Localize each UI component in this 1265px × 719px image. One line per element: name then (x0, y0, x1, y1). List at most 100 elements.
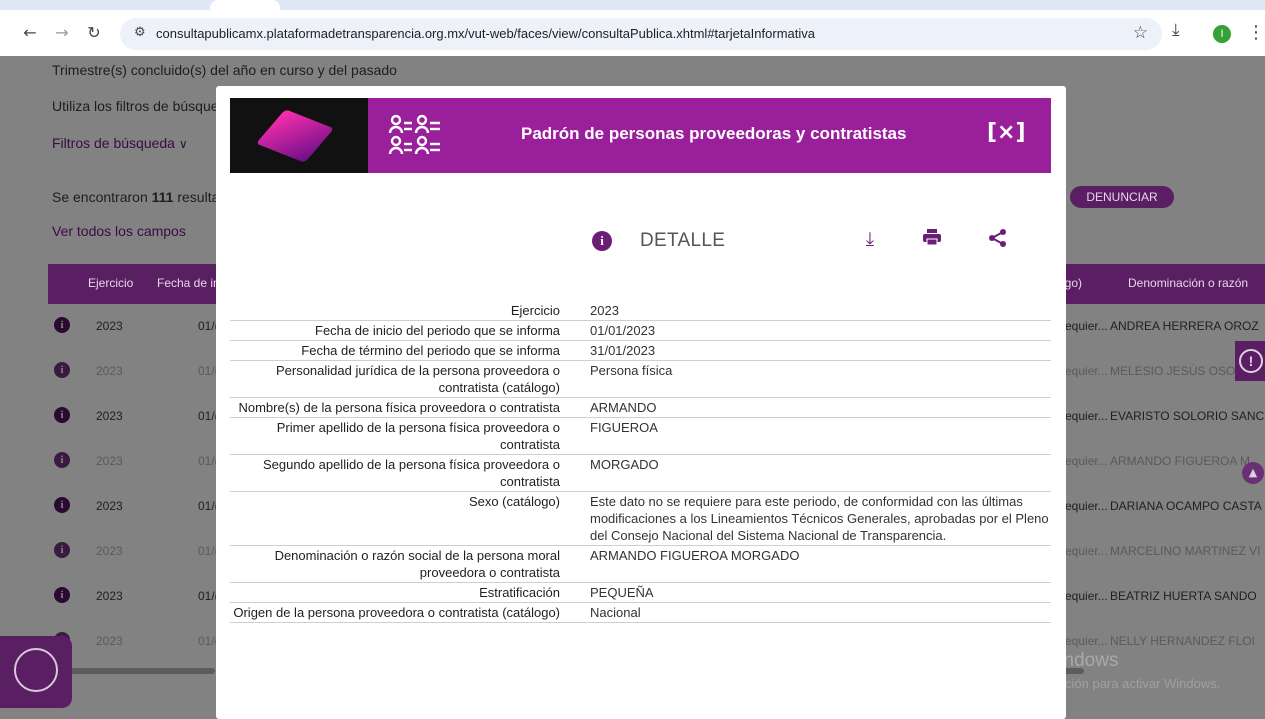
detail-field-row: Ejercicio 2023 (230, 301, 1051, 321)
platform-logo (230, 98, 368, 173)
row-name: EVARISTO SOLORIO SANC (1110, 409, 1265, 423)
field-value: 31/01/2023 (590, 343, 656, 358)
field-value: Este dato no se requiere para este perio… (590, 494, 1049, 543)
row-year: 2023 (96, 499, 123, 513)
logo-shape (255, 109, 335, 163)
detail-field-row: Origen de la persona proveedora o contra… (230, 603, 1051, 623)
address-bar[interactable]: ⚙ consultapublicamx.plataformadetranspar… (120, 18, 1162, 50)
back-arrow-icon[interactable]: ← (20, 22, 40, 44)
accessibility-icon (14, 648, 58, 692)
denunciar-button[interactable]: DENUNCIAR (1070, 186, 1174, 208)
row-req: equier... (1065, 454, 1108, 468)
row-year: 2023 (96, 589, 123, 603)
tab-strip (0, 0, 1265, 10)
close-button[interactable]: [×] (987, 116, 1026, 150)
print-icon[interactable] (920, 228, 944, 251)
row-req: equier... (1065, 544, 1108, 558)
detail-fields-table: Ejercicio 2023 Fecha de inicio del periodo… (230, 301, 1051, 623)
header-denominacion[interactable]: Denominación o razón (1128, 276, 1248, 290)
modal-banner: Padrón de personas proveedoras y contrat… (230, 98, 1051, 173)
row-req: equier... (1065, 364, 1108, 378)
field-value: MORGADO (590, 457, 659, 472)
detail-field-row: Sexo (catálogo) Este dato no se requiere … (230, 492, 1051, 546)
field-label: Nombre(s) de la persona física proveedor… (238, 400, 560, 415)
info-icon[interactable]: i (54, 497, 70, 513)
field-value: Nacional (590, 605, 641, 620)
filters-label: Filtros de búsqueda (52, 135, 175, 151)
field-label: Segundo apellido de la persona física pr… (262, 457, 560, 489)
detail-modal: Padrón de personas proveedoras y contrat… (216, 86, 1066, 719)
header-fecha[interactable]: Fecha de in (157, 276, 220, 290)
see-all-fields-link[interactable]: Ver todos los campos (52, 223, 186, 239)
url-text[interactable]: consultapublicamx.plataformadetransparen… (156, 26, 815, 41)
detail-field-row: Nombre(s) de la persona física proveedor… (230, 398, 1051, 418)
field-label: Ejercicio (510, 303, 560, 318)
field-value: FIGUEROA (590, 420, 658, 435)
download-icon[interactable]: ⤓ (1172, 20, 1180, 40)
detail-label: DETALLE (640, 230, 726, 251)
row-req: equier... (1065, 499, 1108, 513)
detail-field-row: Fecha de inicio del periodo que se infor… (230, 321, 1051, 341)
field-label: Estratificación (479, 585, 560, 600)
detail-field-row: Denominación o razón social de la person… (230, 546, 1051, 583)
row-year: 2023 (96, 364, 123, 378)
detail-toolbar: i DETALLE ⤓ (216, 226, 1066, 256)
row-year: 2023 (96, 544, 123, 558)
header-ejercicio[interactable]: Ejercicio (88, 276, 133, 290)
modal-title: Padrón de personas proveedoras y contrat… (521, 124, 907, 143)
reload-icon[interactable]: ↻ (84, 22, 104, 44)
field-label: Primer apellido de la persona física pro… (276, 420, 560, 452)
row-year: 2023 (96, 409, 123, 423)
row-req: equier... (1065, 409, 1108, 423)
row-req: equier... (1065, 634, 1108, 648)
field-value: PEQUEÑA (590, 585, 654, 600)
detail-field-row: Fecha de término del periodo que se info… (230, 341, 1051, 361)
field-value: ARMANDO (590, 400, 657, 415)
scroll-up-icon[interactable]: ▲ (1242, 462, 1264, 484)
filters-toggle[interactable]: Filtros de búsqueda ∨ (52, 135, 188, 151)
row-year: 2023 (96, 634, 123, 648)
field-value: ARMANDO FIGUEROA MORGADO (590, 548, 800, 563)
field-value: Persona física (590, 363, 673, 378)
bookmark-star-icon[interactable]: ☆ (1133, 23, 1148, 43)
results-count-text: Se encontraron 111 resulta (52, 189, 220, 205)
row-name: MARCELINO MARTINEZ VI (1110, 544, 1261, 558)
field-value: 01/01/2023 (590, 323, 656, 338)
alert-icon: ! (1239, 349, 1263, 373)
row-year: 2023 (96, 454, 123, 468)
info-icon: i (592, 231, 612, 251)
field-label: Personalidad jurídica de la persona prov… (275, 363, 560, 395)
filters-hint: Utiliza los filtros de búsque (52, 98, 219, 114)
side-alert-tab[interactable]: ! (1235, 341, 1265, 381)
people-list-icon (388, 112, 452, 160)
row-name: ARMANDO FIGUEROA M (1110, 454, 1251, 468)
field-value: 2023 (590, 303, 619, 318)
info-icon[interactable]: i (54, 407, 70, 423)
browser-chrome: ← → ↻ ⚙ consultapublicamx.plataformadetr… (0, 0, 1265, 56)
row-name: NELLY HERNANDEZ FLOI (1110, 634, 1255, 648)
detail-field-row: Personalidad jurídica de la persona prov… (230, 361, 1051, 398)
site-settings-icon[interactable]: ⚙ (134, 25, 146, 40)
share-icon[interactable] (986, 228, 1010, 253)
horizontal-scrollbar[interactable] (70, 668, 215, 674)
menu-kebab-icon[interactable]: ⋮ (1247, 22, 1265, 43)
download-icon[interactable]: ⤓ (858, 228, 882, 250)
info-icon[interactable]: i (54, 317, 70, 333)
info-icon[interactable]: i (54, 587, 70, 603)
row-year: 2023 (96, 319, 123, 333)
info-icon[interactable]: i (54, 362, 70, 378)
detail-field-row: Segundo apellido de la persona física pr… (230, 455, 1051, 492)
field-label: Fecha de término del periodo que se info… (301, 343, 560, 358)
row-name: ANDREA HERRERA OROZ (1110, 319, 1259, 333)
field-label: Fecha de inicio del periodo que se infor… (315, 323, 560, 338)
profile-avatar[interactable]: I (1213, 25, 1231, 43)
forward-arrow-icon[interactable]: → (52, 22, 72, 44)
row-name: DARIANA OCAMPO CASTA (1110, 499, 1262, 513)
row-name: BEATRIZ HUERTA SANDO (1110, 589, 1257, 603)
info-icon[interactable]: i (54, 452, 70, 468)
period-text: Trimestre(s) concluido(s) del año en cur… (52, 62, 397, 78)
accessibility-button[interactable] (0, 636, 72, 708)
active-tab[interactable] (210, 0, 280, 10)
field-label: Origen de la persona proveedora o contra… (233, 605, 560, 620)
info-icon[interactable]: i (54, 542, 70, 558)
